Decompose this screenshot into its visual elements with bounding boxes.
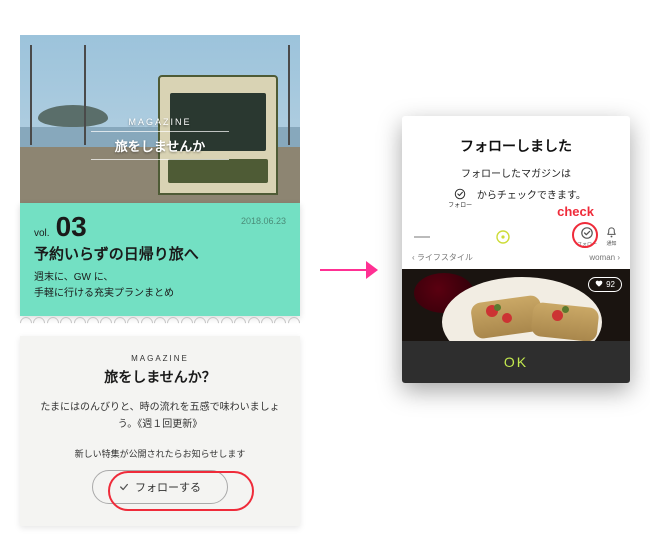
notification-icon[interactable]: 通知 — [605, 226, 618, 247]
arrow-icon — [320, 260, 378, 280]
hero-magazine-label: MAGAZINE — [20, 117, 300, 127]
like-badge[interactable]: 92 — [588, 277, 622, 292]
promo-magazine-label: MAGAZINE — [34, 354, 286, 363]
ok-button[interactable]: OK — [402, 341, 630, 383]
breadcrumb-right[interactable]: woman › — [589, 253, 620, 262]
breadcrumb: ‹ ライフスタイル woman › — [402, 250, 630, 269]
breadcrumb-left[interactable]: ‹ ライフスタイル — [412, 252, 473, 263]
compass-icon[interactable] — [495, 229, 511, 245]
follow-nav-icon[interactable]: フォロー — [577, 226, 597, 248]
follow-button[interactable]: フォローする — [92, 470, 228, 504]
volume-label: vol. — [34, 228, 50, 239]
article-headline: 予約いらずの日帰り旅へ — [34, 243, 286, 264]
heart-icon — [595, 280, 603, 288]
follow-button-label: フォローする — [135, 479, 201, 495]
check-annotation-label: check — [557, 204, 594, 219]
promo-title: 旅をしませんか？ — [34, 367, 286, 387]
chevron-right-icon: › — [615, 253, 620, 262]
hero-magazine-title: 旅をしませんか — [91, 131, 230, 160]
article-hero-image: MAGAZINE 旅をしませんか — [20, 35, 300, 225]
hamburger-icon[interactable] — [414, 229, 430, 245]
promo-body: たまにはのんびりと、時の流れを五感で味わいましょう。《週１回更新》 — [34, 399, 286, 433]
mini-app-preview: フォロー 通知 ‹ ライフスタイル woman › — [402, 220, 630, 341]
follow-inline-icon: フォロー — [448, 188, 472, 212]
article-header-panel: vol. 03 2018.06.23 予約いらずの日帰り旅へ 週末に、GW に、… — [20, 203, 300, 316]
food-preview-image: 92 — [402, 269, 630, 341]
dialog-body: フォローしたマガジンは フォロー からチェックできます。 — [402, 166, 630, 220]
wave-divider — [20, 315, 300, 331]
article-lead: 週末に、GW に、 手軽に行ける充実プランまとめ — [34, 270, 286, 302]
publish-date: 2018.06.23 — [241, 216, 286, 226]
volume-number: 03 — [56, 213, 87, 241]
check-icon — [119, 482, 129, 492]
magazine-promo-card: MAGAZINE 旅をしませんか？ たまにはのんびりと、時の流れを五感で味わいま… — [20, 336, 300, 526]
dialog-title: フォローしました — [402, 116, 630, 166]
follow-confirm-dialog: フォローしました フォローしたマガジンは フォロー からチェックできます。 ch… — [402, 116, 630, 383]
promo-notify-text: 新しい特集が公開されたらお知らせします — [34, 447, 286, 460]
